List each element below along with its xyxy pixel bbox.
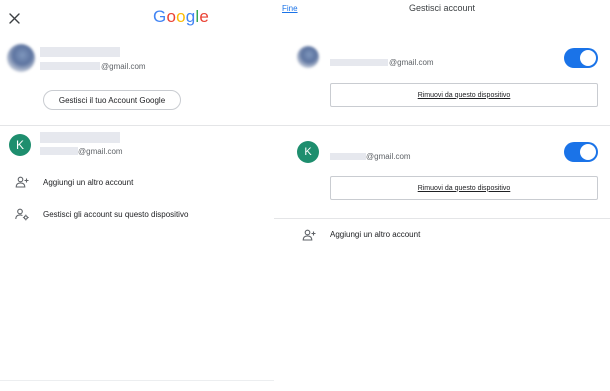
toggle-knob (580, 50, 596, 66)
add-account-label: Aggiungi un altro account (330, 230, 421, 239)
logo-letter: G (153, 7, 167, 26)
secondary-account-avatar: K (9, 134, 31, 156)
account-sync-toggle[interactable] (564, 48, 598, 68)
redacted-email-prefix (330, 153, 366, 160)
bottom-divider (0, 380, 274, 381)
remove-account-button[interactable]: Rimuovi da questo dispositivo (330, 176, 598, 200)
manage-google-account-button[interactable]: Gestisci il tuo Account Google (43, 90, 181, 110)
redacted-account-name (40, 47, 120, 57)
divider (274, 125, 610, 126)
account-sync-toggle[interactable] (564, 142, 598, 162)
account-avatar (297, 46, 319, 68)
logo-letter: o (176, 7, 186, 26)
logo-letter: o (166, 7, 177, 26)
account-switcher-panel: Google @gmail.com Gestisci il tuo Accoun… (0, 0, 274, 391)
add-account-row[interactable] (274, 222, 610, 248)
account-avatar: K (297, 141, 319, 163)
divider (274, 218, 610, 219)
remove-account-button[interactable]: Rimuovi da questo dispositivo (330, 83, 598, 107)
page-title: Gestisci account (408, 3, 476, 13)
person-add-icon (15, 176, 29, 188)
close-icon (8, 12, 20, 24)
close-button[interactable] (6, 9, 22, 27)
account-email: @gmail.com (366, 152, 411, 161)
secondary-account-email: @gmail.com (78, 147, 123, 156)
divider (0, 125, 274, 126)
manage-accounts-icon (15, 208, 29, 221)
logo-letter: e (199, 7, 210, 26)
account-email: @gmail.com (389, 58, 434, 67)
add-account-row[interactable] (0, 170, 274, 194)
redacted-email-prefix (330, 59, 388, 66)
logo-letter: g (185, 7, 196, 26)
toggle-knob (580, 144, 596, 160)
redacted-email-prefix (40, 62, 100, 70)
person-add-icon (302, 229, 316, 241)
google-logo: Google (153, 7, 209, 27)
manage-device-accounts-label: Gestisci gli account su questo dispositi… (43, 210, 189, 219)
redacted-account-name (40, 132, 120, 143)
manage-accounts-panel: Fine Gestisci account @gmail.com Rimuovi… (274, 0, 610, 391)
redacted-email-prefix (40, 147, 78, 155)
add-account-label: Aggiungi un altro account (43, 178, 134, 187)
primary-account-avatar (7, 44, 35, 72)
primary-account-email: @gmail.com (101, 62, 146, 71)
